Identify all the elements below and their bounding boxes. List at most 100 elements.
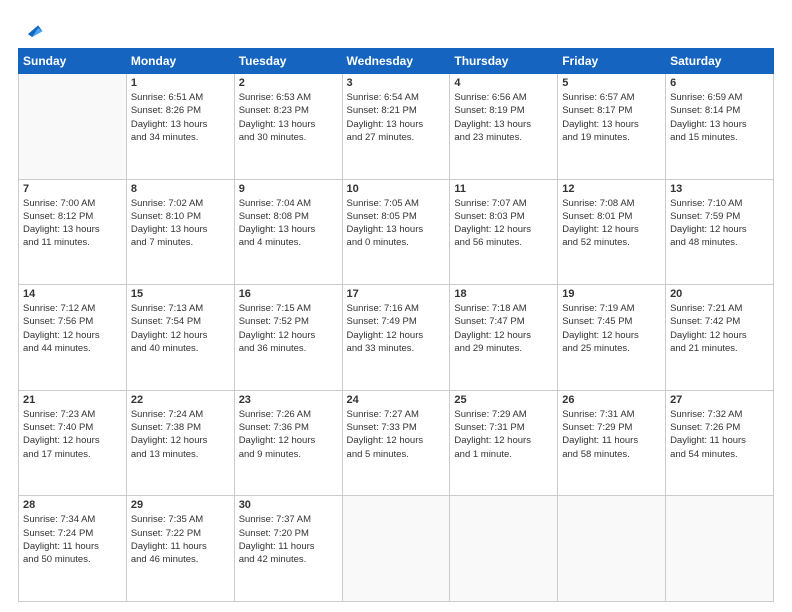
day-number: 19 — [562, 288, 661, 300]
weekday-header: Saturday — [666, 49, 774, 74]
day-number: 21 — [23, 394, 122, 406]
day-number: 10 — [347, 183, 446, 195]
calendar-cell: 18 Sunrise: 7:18 AM Sunset: 7:47 PM Dayli… — [450, 285, 558, 391]
cell-content: Sunrise: 7:29 AM Sunset: 7:31 PM Dayligh… — [454, 408, 553, 461]
calendar-cell: 6Sunrise: 6:59 AM Sunset: 8:14 PM Daylig… — [666, 74, 774, 180]
calendar-week-row: 1 Sunrise: 6:51 AM Sunset: 8:26 PM Daylig… — [19, 74, 774, 180]
day-number: 28 — [23, 499, 122, 511]
cell-content: Sunrise: 7:16 AM Sunset: 7:49 PM Dayligh… — [347, 302, 446, 355]
day-number: 15 — [131, 288, 230, 300]
cell-content: Sunrise: 7:00 AM Sunset: 8:12 PM Dayligh… — [23, 197, 122, 250]
calendar-cell: 19 Sunrise: 7:19 AM Sunset: 7:45 PM Dayli… — [558, 285, 666, 391]
cell-content: Sunrise: 6:56 AM Sunset: 8:19 PM Dayligh… — [454, 91, 553, 144]
calendar-cell: 26Sunrise: 7:31 AM Sunset: 7:29 PM Dayli… — [558, 390, 666, 496]
cell-content: Sunrise: 7:07 AM Sunset: 8:03 PM Dayligh… — [454, 197, 553, 250]
calendar-cell: 15 Sunrise: 7:13 AM Sunset: 7:54 PM Dayli… — [126, 285, 234, 391]
day-number: 27 — [670, 394, 769, 406]
calendar-week-row: 7 Sunrise: 7:00 AM Sunset: 8:12 PM Daylig… — [19, 179, 774, 285]
cell-content: Sunrise: 6:54 AM Sunset: 8:21 PM Dayligh… — [347, 91, 446, 144]
day-number: 12 — [562, 183, 661, 195]
weekday-header: Thursday — [450, 49, 558, 74]
calendar-cell: 20 Sunrise: 7:21 AM Sunset: 7:42 PM Dayli… — [666, 285, 774, 391]
calendar-cell: 2 Sunrise: 6:53 AM Sunset: 8:23 PM Daylig… — [234, 74, 342, 180]
cell-content: Sunrise: 7:21 AM Sunset: 7:42 PM Dayligh… — [670, 302, 769, 355]
day-number: 4 — [454, 77, 553, 89]
calendar-cell: 14 Sunrise: 7:12 AM Sunset: 7:56 PM Dayli… — [19, 285, 127, 391]
cell-content: Sunrise: 7:13 AM Sunset: 7:54 PM Dayligh… — [131, 302, 230, 355]
day-number: 13 — [670, 183, 769, 195]
day-number: 24 — [347, 394, 446, 406]
calendar-cell: 29 Sunrise: 7:35 AM Sunset: 7:22 PM Dayli… — [126, 496, 234, 602]
calendar-table: SundayMondayTuesdayWednesdayThursdayFrid… — [18, 48, 774, 602]
day-number: 14 — [23, 288, 122, 300]
day-number: 2 — [239, 77, 338, 89]
weekday-header: Tuesday — [234, 49, 342, 74]
day-number: 17 — [347, 288, 446, 300]
calendar-cell: 24 Sunrise: 7:27 AM Sunset: 7:33 PM Dayli… — [342, 390, 450, 496]
cell-content: Sunrise: 7:19 AM Sunset: 7:45 PM Dayligh… — [562, 302, 661, 355]
cell-content: Sunrise: 6:53 AM Sunset: 8:23 PM Dayligh… — [239, 91, 338, 144]
calendar-cell: 10 Sunrise: 7:05 AM Sunset: 8:05 PM Dayli… — [342, 179, 450, 285]
calendar-week-row: 14 Sunrise: 7:12 AM Sunset: 7:56 PM Dayli… — [19, 285, 774, 391]
calendar-cell: 1 Sunrise: 6:51 AM Sunset: 8:26 PM Daylig… — [126, 74, 234, 180]
cell-content: Sunrise: 7:10 AM Sunset: 7:59 PM Dayligh… — [670, 197, 769, 250]
cell-content: Sunrise: 6:51 AM Sunset: 8:26 PM Dayligh… — [131, 91, 230, 144]
day-number: 23 — [239, 394, 338, 406]
calendar-cell: 16 Sunrise: 7:15 AM Sunset: 7:52 PM Dayli… — [234, 285, 342, 391]
cell-content: Sunrise: 7:34 AM Sunset: 7:24 PM Dayligh… — [23, 513, 122, 566]
calendar-cell: 28 Sunrise: 7:34 AM Sunset: 7:24 PM Dayli… — [19, 496, 127, 602]
page: SundayMondayTuesdayWednesdayThursdayFrid… — [0, 0, 792, 612]
calendar-cell: 12 Sunrise: 7:08 AM Sunset: 8:01 PM Dayli… — [558, 179, 666, 285]
day-number: 30 — [239, 499, 338, 511]
cell-content: Sunrise: 7:18 AM Sunset: 7:47 PM Dayligh… — [454, 302, 553, 355]
calendar-cell: 25 Sunrise: 7:29 AM Sunset: 7:31 PM Dayli… — [450, 390, 558, 496]
calendar-header-row: SundayMondayTuesdayWednesdayThursdayFrid… — [19, 49, 774, 74]
calendar-cell: 8 Sunrise: 7:02 AM Sunset: 8:10 PM Daylig… — [126, 179, 234, 285]
calendar-week-row: 28 Sunrise: 7:34 AM Sunset: 7:24 PM Dayli… — [19, 496, 774, 602]
calendar-cell: 11 Sunrise: 7:07 AM Sunset: 8:03 PM Dayli… — [450, 179, 558, 285]
weekday-header: Friday — [558, 49, 666, 74]
cell-content: Sunrise: 7:08 AM Sunset: 8:01 PM Dayligh… — [562, 197, 661, 250]
weekday-header: Wednesday — [342, 49, 450, 74]
day-number: 11 — [454, 183, 553, 195]
calendar-cell: 7 Sunrise: 7:00 AM Sunset: 8:12 PM Daylig… — [19, 179, 127, 285]
day-number: 20 — [670, 288, 769, 300]
day-number: 29 — [131, 499, 230, 511]
cell-content: Sunrise: 7:35 AM Sunset: 7:22 PM Dayligh… — [131, 513, 230, 566]
cell-content: Sunrise: 7:26 AM Sunset: 7:36 PM Dayligh… — [239, 408, 338, 461]
calendar-cell: 3 Sunrise: 6:54 AM Sunset: 8:21 PM Daylig… — [342, 74, 450, 180]
cell-content: Sunrise: 7:24 AM Sunset: 7:38 PM Dayligh… — [131, 408, 230, 461]
calendar-cell — [19, 74, 127, 180]
day-number: 1 — [131, 77, 230, 89]
cell-content: Sunrise: 7:27 AM Sunset: 7:33 PM Dayligh… — [347, 408, 446, 461]
calendar-cell: 13 Sunrise: 7:10 AM Sunset: 7:59 PM Dayli… — [666, 179, 774, 285]
logo-icon — [22, 18, 44, 40]
day-number: 18 — [454, 288, 553, 300]
cell-content: Sunrise: 6:59 AM Sunset: 8:14 PM Dayligh… — [670, 91, 769, 144]
calendar-cell: 17 Sunrise: 7:16 AM Sunset: 7:49 PM Dayli… — [342, 285, 450, 391]
cell-content: Sunrise: 7:04 AM Sunset: 8:08 PM Dayligh… — [239, 197, 338, 250]
day-number: 16 — [239, 288, 338, 300]
calendar-cell: 22Sunrise: 7:24 AM Sunset: 7:38 PM Dayli… — [126, 390, 234, 496]
calendar-week-row: 21 Sunrise: 7:23 AM Sunset: 7:40 PM Dayli… — [19, 390, 774, 496]
calendar-cell — [666, 496, 774, 602]
calendar-cell — [558, 496, 666, 602]
day-number: 26 — [562, 394, 661, 406]
calendar-cell: 27Sunrise: 7:32 AM Sunset: 7:26 PM Dayli… — [666, 390, 774, 496]
logo — [18, 18, 44, 40]
day-number: 3 — [347, 77, 446, 89]
day-number: 8 — [131, 183, 230, 195]
cell-content: Sunrise: 7:12 AM Sunset: 7:56 PM Dayligh… — [23, 302, 122, 355]
header — [18, 18, 774, 40]
weekday-header: Sunday — [19, 49, 127, 74]
cell-content: Sunrise: 7:15 AM Sunset: 7:52 PM Dayligh… — [239, 302, 338, 355]
cell-content: Sunrise: 7:23 AM Sunset: 7:40 PM Dayligh… — [23, 408, 122, 461]
calendar-cell — [342, 496, 450, 602]
day-number: 5 — [562, 77, 661, 89]
cell-content: Sunrise: 7:37 AM Sunset: 7:20 PM Dayligh… — [239, 513, 338, 566]
day-number: 7 — [23, 183, 122, 195]
day-number: 25 — [454, 394, 553, 406]
cell-content: Sunrise: 7:02 AM Sunset: 8:10 PM Dayligh… — [131, 197, 230, 250]
cell-content: Sunrise: 7:05 AM Sunset: 8:05 PM Dayligh… — [347, 197, 446, 250]
calendar-cell: 23 Sunrise: 7:26 AM Sunset: 7:36 PM Dayli… — [234, 390, 342, 496]
